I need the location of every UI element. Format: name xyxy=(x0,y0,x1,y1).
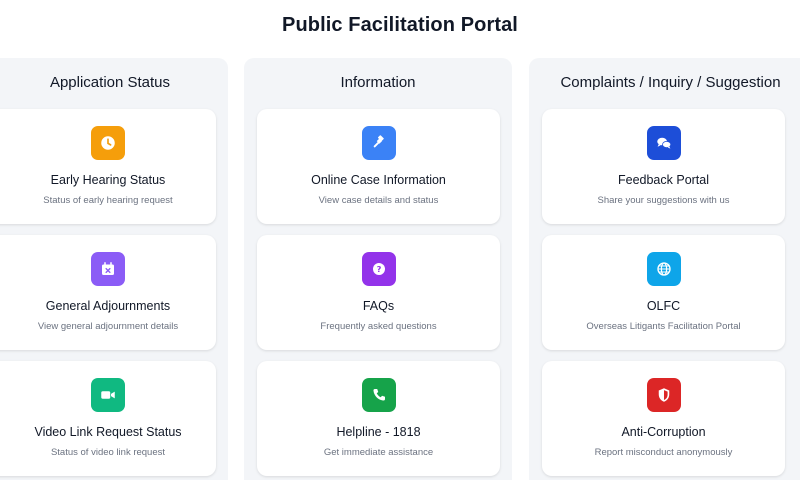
card-description: Status of early hearing request xyxy=(43,195,173,206)
chat-bubbles-icon xyxy=(646,126,681,160)
page-title: Public Facilitation Portal xyxy=(282,14,518,36)
shield-icon xyxy=(646,378,681,412)
card-description: Frequently asked questions xyxy=(320,321,437,332)
globe-icon xyxy=(646,252,681,286)
column-title: Information xyxy=(340,74,416,91)
card-title: Online Case Information xyxy=(311,173,446,187)
card-feedback-portal[interactable]: Feedback Portal Share your suggestions w… xyxy=(542,109,785,224)
column-complaints: Complaints / Inquiry / Suggestion Feedba… xyxy=(529,58,800,480)
card-description: Report misconduct anonymously xyxy=(594,447,733,458)
card-olfc[interactable]: OLFC Overseas Litigants Facilitation Por… xyxy=(542,235,785,350)
card-description: Status of video link request xyxy=(50,447,166,458)
column-information: Information Online Case Information View… xyxy=(244,58,512,480)
card-description: Overseas Litigants Facilitation Portal xyxy=(586,321,741,332)
card-early-hearing-status[interactable]: Early Hearing Status Status of early hea… xyxy=(0,109,216,224)
video-icon xyxy=(91,378,125,412)
card-faqs[interactable]: ? FAQs Frequently asked questions xyxy=(257,235,500,350)
phone-icon xyxy=(361,378,396,412)
clock-icon xyxy=(91,126,125,160)
card-video-link-request-status[interactable]: Video Link Request Status Status of vide… xyxy=(0,361,216,476)
card-title: Feedback Portal xyxy=(617,173,710,187)
question-icon: ? xyxy=(361,252,396,286)
column-title: Application Status xyxy=(49,74,171,91)
card-helpline[interactable]: Helpline - 1818 Get immediate assistance xyxy=(257,361,500,476)
calendar-x-icon xyxy=(91,252,125,286)
svg-text:?: ? xyxy=(376,264,381,274)
card-title: Helpline - 1818 xyxy=(336,425,421,439)
column-title: Complaints / Inquiry / Suggestion xyxy=(560,74,781,91)
gavel-icon xyxy=(361,126,396,160)
card-anti-corruption[interactable]: Anti-Corruption Report misconduct anonym… xyxy=(542,361,785,476)
card-title: Anti-Corruption xyxy=(621,425,706,439)
card-title: Early Hearing Status xyxy=(50,173,166,187)
card-title: OLFC xyxy=(646,299,681,313)
card-description: Share your suggestions with us xyxy=(597,195,730,206)
card-title: General Adjournments xyxy=(45,299,171,313)
card-description: Get immediate assistance xyxy=(323,447,434,458)
card-description: View case details and status xyxy=(318,195,439,206)
card-title: FAQs xyxy=(362,299,395,313)
card-general-adjournments[interactable]: General Adjournments View general adjour… xyxy=(0,235,216,350)
card-description: View general adjournment details xyxy=(37,321,179,332)
card-title: Video Link Request Status xyxy=(34,425,182,439)
card-online-case-information[interactable]: Online Case Information View case detail… xyxy=(257,109,500,224)
column-application-status: Application Status Early Hearing Status … xyxy=(0,58,228,480)
